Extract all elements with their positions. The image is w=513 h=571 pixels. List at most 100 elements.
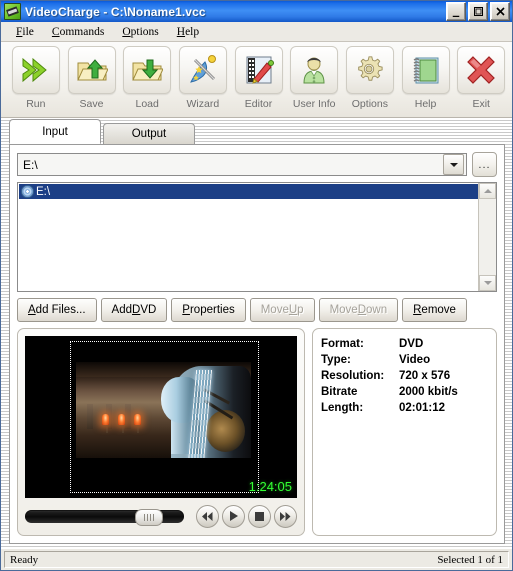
user-icon — [298, 54, 330, 86]
source-list[interactable]: E:\ — [17, 182, 497, 292]
timecode-display: 1:24:05 — [248, 479, 292, 494]
menu-help[interactable]: Help — [168, 24, 208, 40]
minimize-button[interactable]: _ — [446, 2, 466, 21]
move-up-prefix: Move — [260, 304, 289, 316]
toolbar-button-run[interactable]: Run — [9, 46, 63, 110]
toolbar-button-user-info-face — [290, 46, 339, 94]
add-dvd-label: VD — [140, 304, 157, 316]
toolbar: Run Save Load Wizard Editor User Info Op… — [1, 42, 512, 118]
player-controls — [25, 504, 297, 528]
menu-commands-accel: C — [51, 25, 60, 38]
tab-input[interactable]: Input — [9, 119, 101, 144]
notebook-icon — [410, 54, 442, 86]
rewind-icon — [202, 511, 213, 521]
video-preview[interactable]: 1:24:05 — [25, 336, 297, 498]
fast-forward-icon — [280, 511, 291, 521]
fast-forward-button[interactable] — [274, 504, 297, 528]
list-scrollbar[interactable] — [478, 183, 496, 291]
info-label-type: Type: — [321, 354, 351, 366]
menu-help-accel: H — [176, 25, 186, 38]
info-label-length: Length: — [321, 402, 364, 414]
toolbar-label-save: Save — [79, 98, 104, 110]
menu-file[interactable]: File — [7, 24, 43, 40]
move-up-label: p — [297, 304, 304, 316]
toolbar-label-exit: Exit — [472, 98, 490, 110]
tab-output[interactable]: Output — [103, 123, 195, 144]
info-value-format: DVD — [399, 338, 424, 350]
double-chevron-right-icon — [20, 54, 52, 86]
menu-options[interactable]: Options — [113, 24, 167, 40]
info-label-resolution: Resolution: — [321, 370, 385, 382]
status-bar: Ready Selected 1 of 1 — [1, 548, 512, 570]
toolbar-button-options[interactable]: Options — [343, 46, 397, 110]
add-files-button[interactable]: Add Files... — [17, 298, 97, 322]
list-item-label: E:\ — [36, 185, 51, 198]
minimize-icon: _ — [452, 3, 460, 18]
toolbar-button-run-face — [11, 46, 60, 94]
toolbar-button-wizard[interactable]: Wizard — [176, 46, 230, 110]
toolbar-button-load[interactable]: Load — [120, 46, 174, 110]
stop-button[interactable] — [248, 504, 271, 528]
maximize-button[interactable] — [468, 2, 488, 21]
disc-icon — [21, 185, 34, 198]
toolbar-button-editor-face — [234, 46, 283, 94]
chevron-up-icon — [483, 189, 492, 193]
tab-input-label: Input — [42, 125, 68, 138]
toolbar-button-editor[interactable]: Editor — [232, 46, 286, 110]
remove-label: emove — [421, 304, 456, 316]
magic-wand-icon — [187, 54, 219, 86]
toolbar-button-wizard-face — [178, 46, 227, 94]
rewind-button[interactable] — [196, 504, 219, 528]
info-label-format: Format: — [321, 338, 364, 350]
info-row-bitrate: Bitrate 2000 kbit/s — [321, 386, 488, 398]
add-dvd-accel: D — [132, 304, 141, 316]
action-button-row: Add Files... Add D VD Properties Move Up … — [17, 298, 497, 322]
source-path-value[interactable]: E:\ — [18, 158, 443, 172]
filmstrip-icon — [4, 3, 21, 20]
remove-accel: R — [413, 304, 422, 316]
film-pencil-icon — [243, 54, 275, 86]
status-text-left: Ready — [10, 553, 39, 566]
seek-thumb[interactable] — [134, 508, 163, 526]
play-icon — [230, 511, 238, 521]
toolbar-label-user-info: User Info — [292, 98, 336, 110]
info-row-length: Length: 02:01:12 — [321, 402, 488, 414]
menu-commands[interactable]: Commands — [43, 24, 113, 40]
window-controls: _ — [446, 2, 510, 21]
stop-icon — [255, 511, 264, 521]
seek-slider[interactable] — [25, 508, 184, 526]
info-label-bitrate: Bitrate — [321, 386, 358, 398]
add-files-accel: A — [28, 304, 36, 316]
move-down-accel: D — [357, 304, 366, 316]
toolbar-button-save[interactable]: Save — [65, 46, 119, 110]
info-row-format: Format: DVD — [321, 338, 488, 350]
properties-accel: P — [182, 304, 190, 316]
move-down-label: own — [366, 304, 388, 316]
remove-button[interactable]: Remove — [402, 298, 467, 322]
tab-panel-input: E:\ ... E:\ Add Files... Add D VD P rope… — [9, 144, 505, 544]
info-value-length: 02:01:12 — [399, 402, 446, 414]
add-dvd-button[interactable]: Add D VD — [100, 298, 168, 322]
source-path-combo[interactable]: E:\ — [17, 153, 467, 176]
toolbar-button-exit[interactable]: Exit — [454, 46, 508, 110]
list-item[interactable]: E:\ — [19, 184, 478, 199]
scroll-up-button[interactable] — [479, 183, 496, 199]
info-row-resolution: Resolution: 720 x 576 — [321, 370, 488, 382]
crop-selection-box[interactable] — [70, 341, 259, 493]
toolbar-button-user-info[interactable]: User Info — [287, 46, 341, 110]
play-button[interactable] — [222, 504, 245, 528]
info-value-bitrate: 2000 kbit/s — [399, 386, 458, 398]
scroll-down-button[interactable] — [479, 275, 496, 291]
toolbar-button-load-face — [123, 46, 172, 94]
maximize-icon — [469, 3, 487, 20]
tab-output-label: Output — [131, 128, 167, 140]
properties-button[interactable]: Properties — [171, 298, 246, 322]
close-button[interactable] — [490, 2, 510, 21]
chevron-down-icon[interactable] — [443, 154, 464, 175]
menu-file-label: ile — [22, 25, 34, 38]
browse-button[interactable]: ... — [472, 152, 497, 177]
toolbar-button-help[interactable]: Help — [399, 46, 453, 110]
toolbar-label-run: Run — [26, 98, 46, 110]
tab-strip: Input Output — [9, 119, 197, 144]
preview-pane: 1:24:05 — [17, 328, 305, 536]
